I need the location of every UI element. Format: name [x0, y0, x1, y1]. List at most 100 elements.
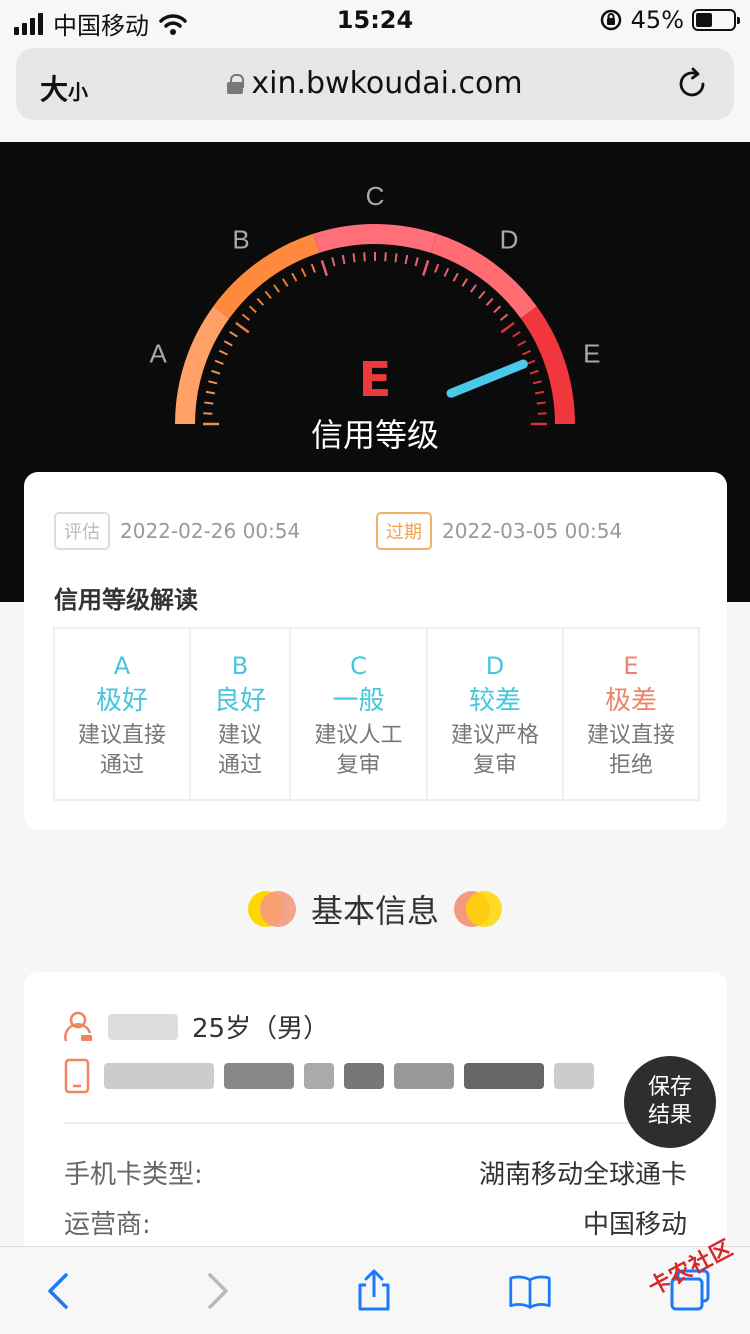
expire-date: 2022-03-05 00:54	[442, 519, 623, 543]
grade-col-b: B 良好 建议 通过	[191, 629, 291, 799]
gauge-tick	[281, 278, 289, 287]
reload-icon[interactable]	[674, 66, 710, 102]
gauge-tick	[235, 321, 250, 334]
grade-name: 一般	[332, 686, 385, 716]
gauge-tick	[414, 257, 419, 267]
gauge-tick	[434, 263, 440, 273]
redacted-name	[108, 1011, 178, 1043]
grade-section-title: 信用等级解读	[54, 586, 198, 614]
save-result-button[interactable]: 保存 结果	[624, 1056, 716, 1148]
assess-date: 2022-02-26 00:54	[120, 519, 301, 543]
grade-desc: 建议直接	[77, 723, 166, 748]
gauge-tick	[485, 297, 494, 306]
battery-percent: 45%	[630, 6, 684, 34]
save-label-line2: 结果	[647, 1103, 692, 1128]
gauge-tick	[310, 263, 316, 273]
redacted-phone	[104, 1060, 594, 1092]
grade-col-a: A 极好 建议直接 通过	[55, 629, 191, 799]
gauge-tick	[404, 254, 409, 265]
field-label: 手机卡类型:	[64, 1160, 203, 1190]
gauge-tick	[443, 267, 450, 277]
url-field[interactable]: xin.bwkoudai.com	[16, 66, 734, 101]
decorative-dots-icon	[454, 889, 503, 929]
orientation-lock-icon	[600, 9, 621, 31]
field-card-type: 手机卡类型: 湖南移动全球通卡	[64, 1154, 687, 1191]
gauge-tick	[241, 313, 251, 321]
grade-col-c: C 一般 建议人工 复审	[291, 629, 428, 799]
url-text: xin.bwkoudai.com	[251, 66, 523, 101]
gauge-tick	[223, 340, 233, 347]
gauge-tick	[341, 254, 346, 265]
forward-icon[interactable]	[196, 1269, 240, 1313]
browser-toolbar	[0, 1246, 750, 1334]
bookmarks-icon[interactable]	[508, 1269, 552, 1313]
field-value: 湖南移动全球通卡	[478, 1160, 687, 1190]
browser-chrome: 大小 xin.bwkoudai.com	[0, 42, 750, 142]
save-label-line1: 保存	[647, 1075, 692, 1100]
gauge-label-d: D	[500, 225, 519, 255]
basic-info-title: 基本信息	[310, 892, 439, 930]
grade-letter: A	[113, 652, 131, 680]
assess-tag: 评估	[54, 512, 110, 550]
grade-desc: 拒绝	[608, 753, 653, 778]
decorative-dots-icon	[247, 889, 296, 929]
share-icon[interactable]	[352, 1269, 396, 1313]
expire-date-row: 过期 2022-03-05 00:54	[376, 512, 622, 550]
grade-letter: C	[350, 652, 367, 680]
field-label: 运营商:	[64, 1210, 151, 1240]
divider	[64, 1122, 687, 1124]
gauge-label-c: C	[366, 181, 385, 211]
gauge-tick	[499, 313, 509, 321]
grade-desc: 通过	[99, 753, 144, 778]
grade-name: 极差	[604, 686, 657, 716]
grade-letter: D	[485, 652, 505, 680]
gauge-tick	[384, 252, 387, 262]
gauge-tick	[493, 305, 502, 314]
address-bar[interactable]: 大小 xin.bwkoudai.com	[16, 48, 734, 120]
gauge-tick	[363, 252, 366, 262]
grade-desc: 建议直接	[586, 723, 675, 748]
basic-info-heading: 基本信息	[0, 886, 750, 936]
gauge-tick	[320, 260, 328, 277]
gauge-tick	[264, 290, 272, 300]
gauge-tick	[331, 257, 336, 267]
gauge-tick	[422, 260, 430, 277]
grade-name: 较差	[468, 686, 521, 716]
gauge-tick	[512, 330, 521, 338]
gauge-tick	[517, 340, 527, 347]
gauge-tick	[394, 253, 398, 263]
back-icon[interactable]	[36, 1269, 80, 1313]
gauge-tick	[469, 284, 477, 293]
gauge-tick	[273, 284, 281, 293]
gauge-tick	[300, 267, 307, 277]
gauge-label: 信用等级	[310, 416, 439, 454]
gauge-tick	[500, 321, 515, 334]
phone-icon	[64, 1058, 90, 1094]
gauge-tick	[352, 253, 356, 263]
grade-letter: E	[623, 652, 639, 680]
gauge-tick	[478, 290, 486, 300]
gauge-tick	[461, 278, 469, 287]
person-row: 25岁（男）	[64, 1008, 329, 1045]
current-grade: E	[358, 352, 392, 408]
grade-letter: B	[231, 652, 249, 680]
gauge-tick	[248, 305, 257, 314]
status-right: 45%	[599, 6, 740, 34]
battery-icon	[692, 9, 740, 31]
grade-col-e: E 极差 建议直接 拒绝	[564, 629, 698, 799]
gauge-tick	[291, 272, 298, 282]
grade-desc: 通过	[217, 753, 262, 778]
lock-icon	[227, 74, 245, 94]
field-operator: 运营商: 中国移动	[64, 1204, 687, 1241]
basic-info-card: 25岁（男） 手机卡类型: 湖南移动全球通卡 运营商: 中国移动	[24, 972, 727, 1262]
field-value: 中国移动	[582, 1210, 687, 1240]
grade-table: A 极好 建议直接 通过 B 良好 建议 通过 C 一般 建议人工 复审 D 较…	[53, 627, 700, 801]
gauge-tick	[256, 297, 265, 306]
grade-desc: 建议人工	[314, 723, 403, 748]
user-icon	[64, 1011, 92, 1041]
grade-desc: 建议	[217, 723, 262, 748]
status-bar: 中国移动 15:24 45%	[0, 0, 750, 42]
phone-row	[64, 1058, 594, 1094]
report-card: 评估 2022-02-26 00:54 过期 2022-03-05 00:54 …	[24, 472, 727, 830]
assess-date-row: 评估 2022-02-26 00:54	[54, 512, 300, 550]
